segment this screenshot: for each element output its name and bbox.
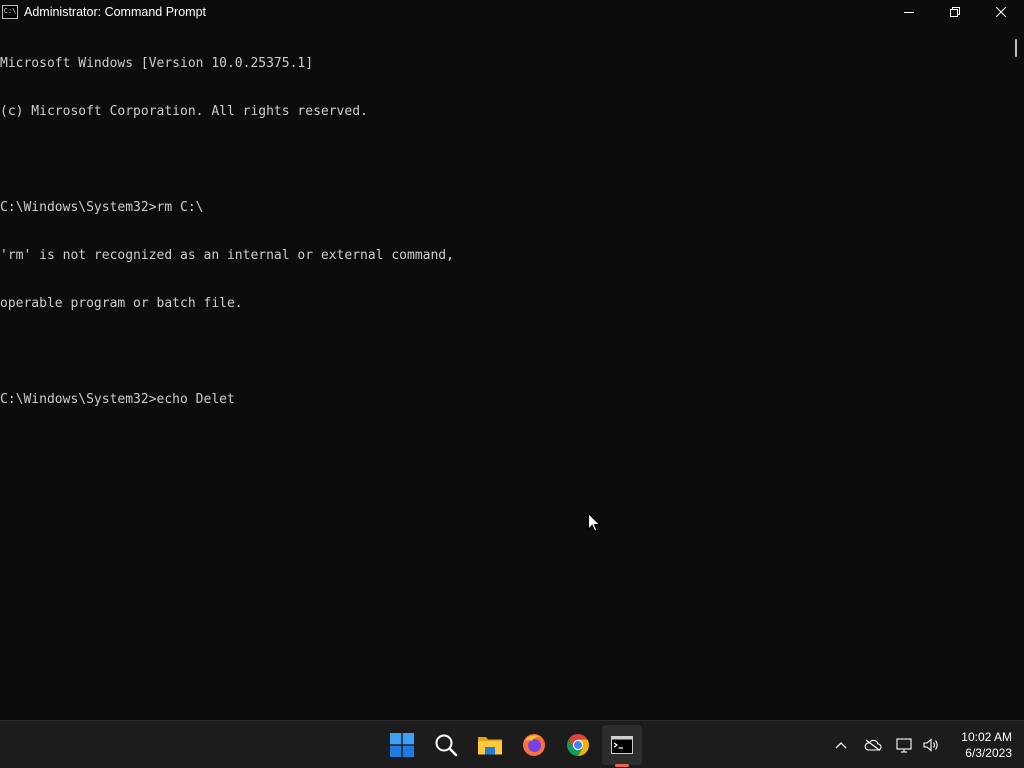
console-output[interactable]: Microsoft Windows [Version 10.0.25375.1]… bbox=[0, 23, 1006, 720]
console-app-icon[interactable]: C:\ bbox=[2, 4, 18, 19]
minimize-icon bbox=[904, 11, 914, 13]
scrollbar-thumb[interactable] bbox=[1015, 39, 1017, 57]
onedrive-button[interactable] bbox=[860, 721, 886, 768]
search-icon bbox=[435, 734, 458, 757]
onedrive-offline-icon bbox=[864, 739, 882, 751]
search-button[interactable] bbox=[424, 721, 468, 768]
app-icon-text: C:\ bbox=[3, 7, 17, 15]
chrome-icon bbox=[567, 734, 589, 756]
restore-button[interactable] bbox=[932, 0, 978, 23]
vertical-scrollbar[interactable] bbox=[1006, 23, 1024, 720]
network-button[interactable] bbox=[892, 721, 918, 768]
firefox-icon bbox=[523, 734, 545, 756]
console-line: operable program or batch file. bbox=[0, 296, 243, 311]
console-line: (c) Microsoft Corporation. All rights re… bbox=[0, 104, 368, 119]
start-button[interactable] bbox=[380, 721, 424, 768]
folder-icon bbox=[478, 737, 502, 755]
minimize-button[interactable] bbox=[886, 0, 932, 23]
window-title: Administrator: Command Prompt bbox=[24, 4, 207, 19]
restore-icon bbox=[950, 6, 960, 17]
system-tray bbox=[828, 721, 944, 768]
clock[interactable]: 10:02 AM 6/3/2023 bbox=[946, 729, 1012, 761]
volume-icon bbox=[923, 738, 938, 752]
close-button[interactable] bbox=[978, 0, 1024, 23]
network-icon bbox=[896, 737, 912, 753]
console-input-line[interactable]: C:\Windows\System32>echo Delet bbox=[0, 392, 1006, 408]
taskbar: 10:02 AM 6/3/2023 bbox=[0, 720, 1024, 768]
window-controls bbox=[886, 0, 1024, 23]
firefox-button[interactable] bbox=[512, 721, 556, 768]
clock-date: 6/3/2023 bbox=[965, 746, 1012, 760]
terminal-icon bbox=[611, 736, 633, 754]
file-explorer-button[interactable] bbox=[468, 721, 512, 768]
close-icon bbox=[996, 6, 1006, 17]
mouse-pointer-icon bbox=[588, 513, 600, 532]
volume-button[interactable] bbox=[918, 721, 944, 768]
show-hidden-icons-button[interactable] bbox=[828, 721, 854, 768]
title-bar[interactable]: C:\ Administrator: Command Prompt bbox=[0, 0, 1024, 23]
console-line: C:\Windows\System32>rm C:\ bbox=[0, 200, 204, 215]
windows-logo-icon bbox=[390, 733, 414, 757]
taskbar-apps bbox=[380, 721, 644, 768]
clock-time: 10:02 AM bbox=[961, 730, 1012, 744]
command-prompt-taskbar-button[interactable] bbox=[602, 725, 642, 767]
chrome-button[interactable] bbox=[556, 721, 600, 768]
chevron-up-icon bbox=[835, 742, 847, 749]
active-app-indicator bbox=[615, 764, 629, 767]
console-line: Microsoft Windows [Version 10.0.25375.1] bbox=[0, 56, 314, 71]
console-line: 'rm' is not recognized as an internal or… bbox=[0, 248, 454, 263]
